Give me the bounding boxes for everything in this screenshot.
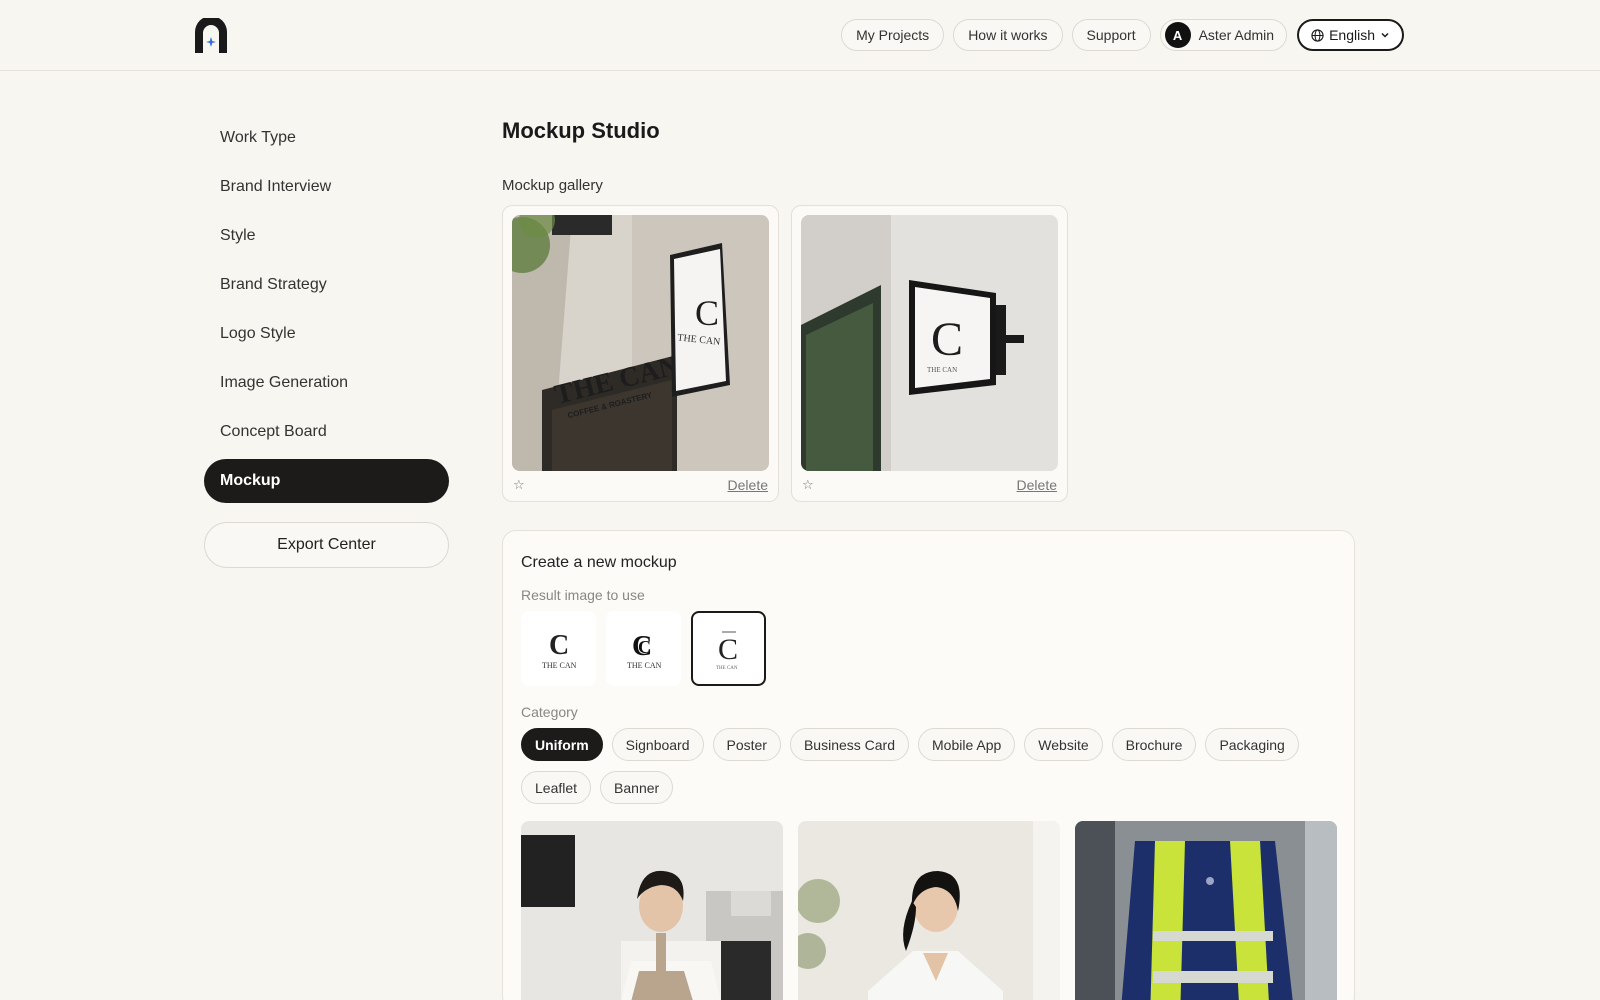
sidebar-item-logo-style[interactable]: Logo Style: [204, 312, 449, 356]
user-menu-button[interactable]: A Aster Admin: [1159, 19, 1288, 51]
result-image-option[interactable]: C C THE CAN: [606, 611, 681, 686]
sidebar-item-brand-interview[interactable]: Brand Interview: [204, 165, 449, 209]
create-title: Create a new mockup: [521, 554, 677, 571]
top-nav: My Projects How it works Support A Aster…: [841, 19, 1404, 51]
brand-logo-icon[interactable]: [195, 18, 227, 53]
thumb-text: THE CAN: [716, 666, 738, 671]
category-chip-signboard[interactable]: Signboard: [611, 728, 704, 761]
category-chip-banner[interactable]: Banner: [600, 771, 674, 804]
result-image-option-selected[interactable]: C THE CAN: [691, 611, 766, 686]
nav-how-it-works[interactable]: How it works: [953, 19, 1063, 51]
thumb-text: THE CAN: [627, 661, 662, 670]
sign-monogram: C: [931, 313, 963, 366]
sidebar-item-style[interactable]: Style: [204, 214, 449, 258]
sidebar-item-mockup[interactable]: Mockup: [204, 459, 449, 503]
category-chip-packaging[interactable]: Packaging: [1205, 728, 1299, 761]
category-chip-brochure[interactable]: Brochure: [1111, 728, 1197, 761]
template-photo-medical[interactable]: [798, 821, 1060, 1000]
result-image-list: C THE CAN C C THE CAN C THE CAN: [521, 611, 766, 686]
category-chip-business-card[interactable]: Business Card: [789, 728, 910, 761]
page-title: Mockup Studio: [502, 118, 660, 143]
svg-text:C: C: [638, 637, 651, 657]
star-icon[interactable]: ☆: [513, 477, 525, 493]
category-chips: Uniform Signboard Poster Business Card M…: [521, 728, 1321, 804]
sidebar: Work Type Brand Interview Style Brand St…: [204, 116, 449, 568]
delete-button[interactable]: Delete: [728, 477, 768, 493]
category-chip-website[interactable]: Website: [1024, 728, 1103, 761]
svg-text:C: C: [549, 630, 569, 661]
top-bar: My Projects How it works Support A Aster…: [0, 0, 1600, 71]
language-label: English: [1329, 27, 1375, 43]
sidebar-item-concept-board[interactable]: Concept Board: [204, 410, 449, 454]
category-chip-poster[interactable]: Poster: [712, 728, 781, 761]
sign-monogram: C: [695, 293, 719, 333]
globe-icon: [1311, 28, 1324, 42]
user-name: Aster Admin: [1198, 27, 1275, 43]
sidebar-item-image-generation[interactable]: Image Generation: [204, 361, 449, 405]
sidebar-item-brand-strategy[interactable]: Brand Strategy: [204, 263, 449, 307]
mockup-image[interactable]: C THE CAN: [801, 215, 1058, 471]
gallery-card: THE CAN COFFEE & ROASTERY C THE CAN ☆ De…: [502, 205, 779, 502]
create-mockup-panel: Create a new mockup Result image to use …: [502, 530, 1355, 1000]
language-select[interactable]: English: [1297, 19, 1404, 51]
export-center-button[interactable]: Export Center: [204, 522, 449, 568]
category-chip-leaflet[interactable]: Leaflet: [521, 771, 592, 804]
template-photo-worker[interactable]: [1075, 821, 1337, 1000]
sign-small-text: THE CAN: [927, 366, 957, 374]
result-image-option[interactable]: C THE CAN: [521, 611, 596, 686]
thumb-text: THE CAN: [542, 661, 577, 670]
delete-button[interactable]: Delete: [1017, 477, 1057, 493]
chevron-down-icon: [1381, 32, 1389, 38]
template-photo-list: [521, 821, 1337, 1000]
mockup-image[interactable]: THE CAN COFFEE & ROASTERY C THE CAN: [512, 215, 769, 471]
gallery-card: C THE CAN ☆ Delete: [791, 205, 1068, 502]
category-chip-mobile-app[interactable]: Mobile App: [918, 728, 1016, 761]
avatar: A: [1164, 22, 1191, 48]
category-chip-uniform[interactable]: Uniform: [521, 728, 603, 761]
nav-support[interactable]: Support: [1071, 19, 1151, 51]
gallery-label: Mockup gallery: [502, 177, 603, 194]
nav-my-projects[interactable]: My Projects: [841, 19, 945, 51]
template-photo-barista[interactable]: [521, 821, 783, 1000]
sidebar-item-work-type[interactable]: Work Type: [204, 116, 449, 160]
svg-text:C: C: [718, 633, 738, 666]
category-label: Category: [521, 704, 578, 720]
star-icon[interactable]: ☆: [802, 477, 814, 493]
result-image-label: Result image to use: [521, 587, 645, 603]
